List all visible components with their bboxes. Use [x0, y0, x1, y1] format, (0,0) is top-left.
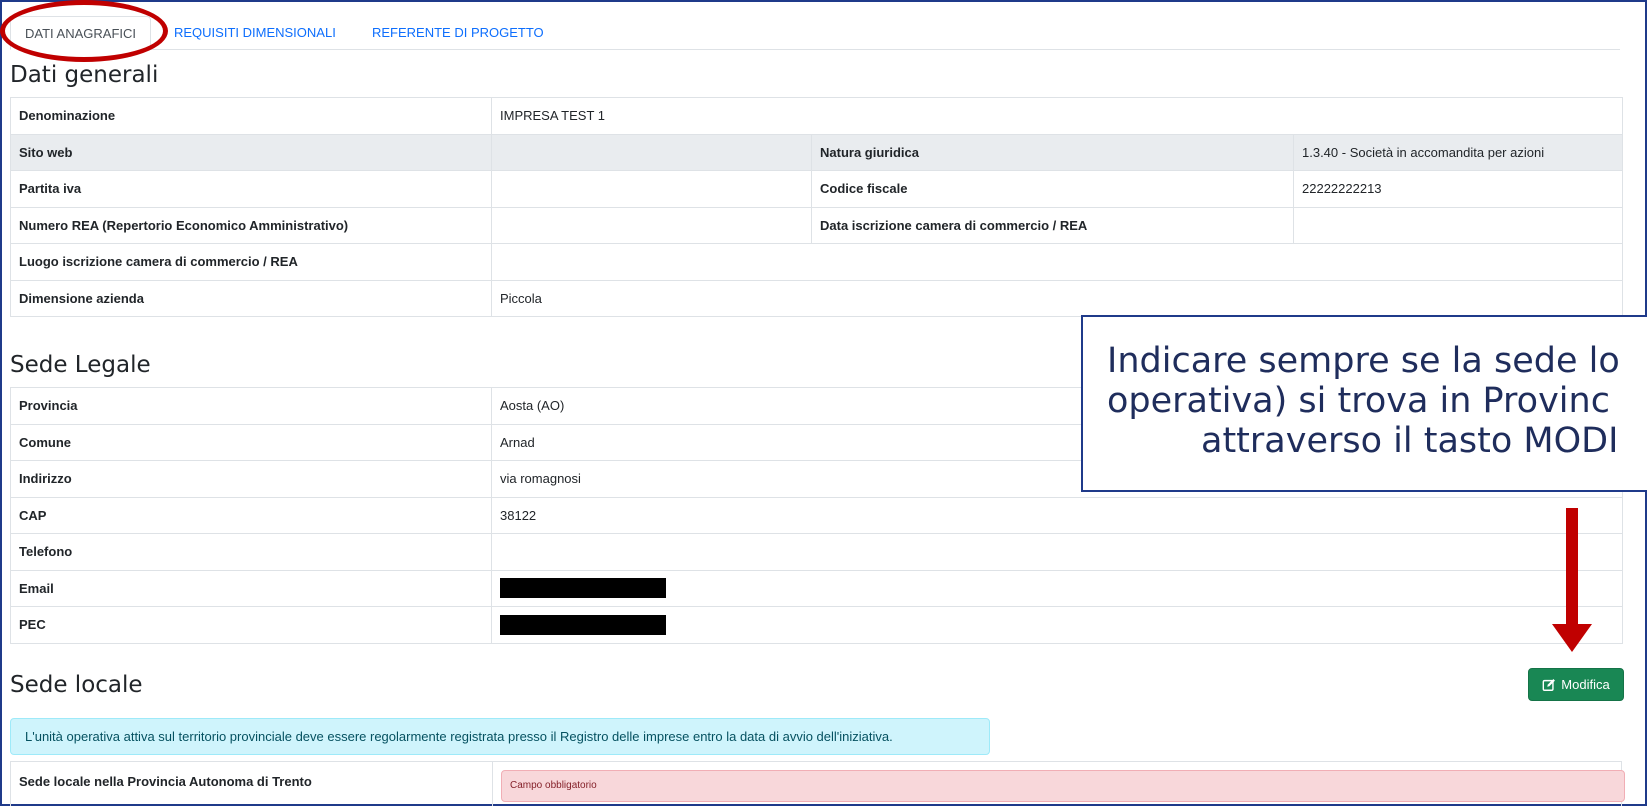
table-row: Denominazione IMPRESA TEST 1: [10, 97, 1623, 135]
sede-locale-row: Sede locale nella Provincia Autonoma di …: [10, 761, 1625, 806]
modifica-button[interactable]: Modifica: [1528, 668, 1624, 701]
modifica-button-label: Modifica: [1561, 677, 1610, 692]
highlight-ellipse-annotation: [0, 0, 168, 62]
table-row: Telefono: [10, 533, 1623, 571]
callout-line-3: attraverso il tasto MODI: [1201, 421, 1619, 461]
field-label: Partita iva: [10, 170, 492, 208]
table-row: Dimensione azienda Piccola: [10, 279, 1623, 317]
table-row: Email: [10, 569, 1623, 607]
section-title-sede-legale: Sede Legale: [10, 352, 151, 378]
table-row: Luogo iscrizione camera di commercio / R…: [10, 243, 1623, 281]
field-value-partita-iva: [491, 170, 812, 208]
table-row: CAP 38122: [10, 496, 1623, 534]
field-value-email: [491, 569, 1623, 607]
sede-locale-select-invalid[interactable]: Campo obbligatorio: [501, 770, 1625, 802]
field-label: Comune: [10, 423, 492, 461]
field-value-denominazione: IMPRESA TEST 1: [491, 97, 1623, 135]
table-row: Numero REA (Repertorio Economico Amminis…: [10, 206, 1623, 244]
field-label: Email: [10, 569, 492, 607]
field-label: Telefono: [10, 533, 492, 571]
info-alert: L'unità operativa attiva sul territorio …: [10, 718, 990, 755]
table-row: Sito web Natura giuridica 1.3.40 - Socie…: [10, 133, 1623, 171]
field-label: Sito web: [10, 133, 492, 171]
field-label: Natura giuridica: [811, 133, 1294, 171]
table-row: PEC: [10, 606, 1623, 644]
table-row: Partita iva Codice fiscale 22222222213: [10, 170, 1623, 208]
field-label: Data iscrizione camera di commercio / RE…: [811, 206, 1294, 244]
field-label: Luogo iscrizione camera di commercio / R…: [10, 243, 492, 281]
field-value-pec: [491, 606, 1623, 644]
redacted-block: [500, 578, 666, 599]
field-label: Denominazione: [10, 97, 492, 135]
field-label: Provincia: [10, 387, 492, 425]
instruction-callout: Indicare sempre se la sede lo operativa)…: [1081, 315, 1647, 492]
dati-generali-table: Denominazione IMPRESA TEST 1 Sito web Na…: [10, 97, 1623, 317]
redacted-block: [500, 614, 666, 635]
pencil-square-icon: [1542, 678, 1556, 692]
field-label: Indirizzo: [10, 460, 492, 498]
field-value-sito-web: [491, 133, 812, 171]
arrow-annotation-shaft: [1566, 508, 1578, 628]
field-value-natura-giuridica: 1.3.40 - Società in accomandita per azio…: [1293, 133, 1623, 171]
field-label: PEC: [10, 606, 492, 644]
arrow-down-icon: [1552, 624, 1592, 652]
cell-divider: [492, 762, 493, 806]
field-value-data-iscrizione: [1293, 206, 1623, 244]
callout-line-1: Indicare sempre se la sede lo: [1107, 341, 1620, 381]
section-title-sede-locale: Sede locale: [10, 672, 143, 698]
field-label: Sede locale nella Provincia Autonoma di …: [19, 774, 312, 789]
field-value-telefono: [491, 533, 1623, 571]
callout-text: Indicare sempre se la sede lo operativa)…: [1107, 341, 1647, 461]
field-label: Dimensione azienda: [10, 279, 492, 317]
tab-requisiti-dimensionali[interactable]: REQUISITI DIMENSIONALI: [160, 16, 350, 50]
field-label: Numero REA (Repertorio Economico Amminis…: [10, 206, 492, 244]
field-value-cap: 38122: [491, 496, 1623, 534]
tab-bar: DATI ANAGRAFICI REQUISITI DIMENSIONALI R…: [10, 16, 1620, 50]
field-value-codice-fiscale: 22222222213: [1293, 170, 1623, 208]
callout-line-2: operativa) si trova in Provinc: [1107, 381, 1610, 421]
field-label: Codice fiscale: [811, 170, 1294, 208]
tab-referente-di-progetto[interactable]: REFERENTE DI PROGETTO: [358, 16, 558, 50]
field-value-luogo-iscrizione: [491, 243, 1623, 281]
section-title-dati-generali: Dati generali: [10, 62, 159, 88]
field-value-dimensione: Piccola: [491, 279, 1623, 317]
field-label: CAP: [10, 496, 492, 534]
field-value-numero-rea: [491, 206, 812, 244]
